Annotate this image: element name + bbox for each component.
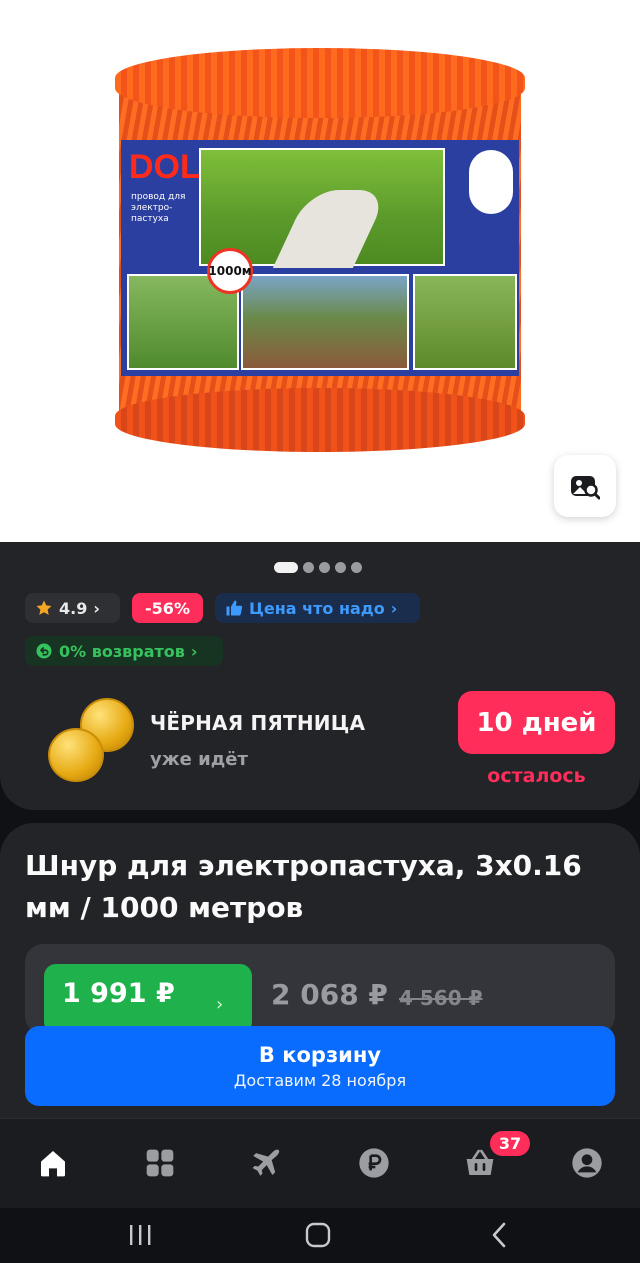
horses-photo — [413, 274, 517, 370]
bottom-navigation: 37 — [0, 1118, 640, 1208]
carousel-indicator[interactable] — [274, 562, 362, 573]
back-chevron-icon — [492, 1222, 506, 1248]
visual-search-icon — [571, 476, 600, 500]
profile-icon — [572, 1148, 602, 1178]
recent-apps-button[interactable] — [125, 1220, 155, 1250]
chevron-right-icon: › — [190, 641, 198, 661]
rating-chip[interactable]: 4.9 › — [25, 593, 120, 623]
length-badge: 1000м — [207, 248, 253, 294]
fair-price-chip[interactable]: Цена что надо › — [215, 593, 420, 623]
returns-label: 0% возвратов — [59, 641, 185, 661]
star-icon — [36, 600, 52, 615]
days-countdown-caption: осталось — [487, 765, 586, 787]
delivery-date: Доставим 28 ноября — [233, 1070, 407, 1090]
rating-value: 4.9 — [59, 598, 88, 618]
product-label: DOLLY провод для электро-пастуха 1000м — [121, 140, 519, 376]
carousel-dot[interactable] — [319, 562, 330, 573]
product-title: Шнур для электропастуха, 3х0.16 мм / 100… — [25, 849, 582, 924]
visual-search-button[interactable] — [554, 455, 616, 517]
promo-subtitle: уже идёт — [150, 749, 248, 770]
home-system-button[interactable] — [303, 1220, 333, 1250]
fair-price-label: Цена что надо — [249, 598, 385, 618]
recent-apps-icon — [130, 1225, 151, 1245]
carousel-dot[interactable] — [303, 562, 314, 573]
card-price-button[interactable]: 1 991 ₽ › — [44, 964, 252, 1034]
product-spool-illustration: DOLLY провод для электро-пастуха 1000м — [115, 48, 525, 452]
nav-home[interactable] — [33, 1143, 73, 1183]
home-icon — [41, 1151, 65, 1177]
home-square-icon — [305, 1222, 331, 1248]
spec-badge — [469, 150, 513, 214]
back-button[interactable] — [484, 1220, 514, 1250]
chevron-right-icon: › — [93, 598, 100, 618]
product-image[interactable]: DOLLY провод для электро-пастуха 1000м — [0, 0, 640, 542]
returns-chip[interactable]: 0% возвратов › — [25, 636, 223, 666]
nav-travel[interactable] — [246, 1143, 286, 1183]
label-description: провод для электро-пастуха — [131, 192, 186, 224]
finance-icon — [359, 1148, 389, 1178]
cart-count-badge: 37 — [490, 1131, 530, 1156]
promo-title[interactable]: ЧЁРНАЯ ПЯТНИЦА — [150, 711, 365, 735]
carousel-dot[interactable] — [335, 562, 346, 573]
product-info-card: 4.9 › -56% Цена что надо › 0% возвратов … — [0, 542, 640, 810]
add-to-cart-button[interactable]: В корзину Доставим 28 ноября — [25, 1026, 615, 1106]
cart-icon — [466, 1149, 494, 1175]
coins-icon — [46, 698, 138, 784]
carousel-dot[interactable] — [351, 562, 362, 573]
system-navigation-bar — [0, 1208, 640, 1263]
thumbs-up-icon — [226, 600, 243, 616]
nav-profile[interactable] — [567, 1143, 607, 1183]
cows-photo — [241, 274, 409, 370]
price-block: 1 991 ₽ › 2 068 ₽ 4 560 ₽ — [25, 944, 615, 1034]
days-countdown-badge: 10 дней — [458, 691, 615, 754]
travel-icon — [252, 1149, 280, 1176]
chevron-right-icon: › — [390, 598, 398, 618]
old-price: 4 560 ₽ — [399, 986, 483, 1010]
catalog-icon — [146, 1149, 174, 1177]
discount-badge: -56% — [132, 593, 203, 623]
chevron-right-icon: › — [216, 994, 224, 1015]
nav-catalog[interactable] — [140, 1143, 180, 1183]
nav-finance[interactable] — [354, 1143, 394, 1183]
add-to-cart-label: В корзину — [258, 1042, 382, 1067]
card-price: 1 991 ₽ — [62, 978, 175, 1009]
return-icon — [36, 643, 52, 659]
carousel-dot-active[interactable] — [274, 562, 298, 573]
regular-price: 2 068 ₽ — [271, 978, 388, 1011]
